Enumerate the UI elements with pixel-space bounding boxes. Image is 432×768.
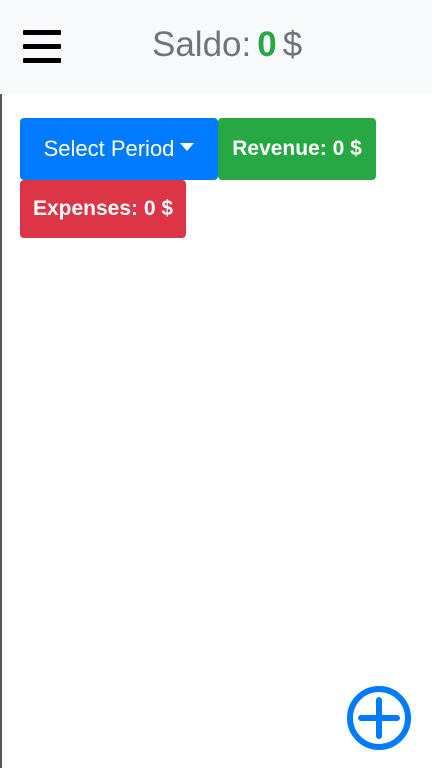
select-period-dropdown[interactable]: Select Period xyxy=(20,118,218,180)
balance-label: Saldo: xyxy=(152,25,252,64)
expenses-badge: Expenses: 0 $ xyxy=(20,180,186,238)
revenue-label: Revenue: 0 $ xyxy=(232,137,362,160)
chevron-down-icon xyxy=(180,143,195,151)
expenses-label: Expenses: 0 $ xyxy=(32,197,174,220)
add-circle-icon xyxy=(347,686,411,750)
revenue-badge: Revenue: 0 $ xyxy=(218,118,376,180)
app-header: Saldo: 0 $ xyxy=(0,0,432,94)
balance-value: 0 xyxy=(257,25,277,64)
main-content: Select Period Revenue: 0 $ Expenses: 0 $ xyxy=(0,94,432,768)
menu-button[interactable] xyxy=(20,28,62,66)
add-transaction-button[interactable] xyxy=(346,685,412,751)
select-period-label: Select Period xyxy=(43,136,175,161)
balance-currency: $ xyxy=(282,25,303,64)
balance-display: Saldo: 0 $ xyxy=(152,22,302,68)
